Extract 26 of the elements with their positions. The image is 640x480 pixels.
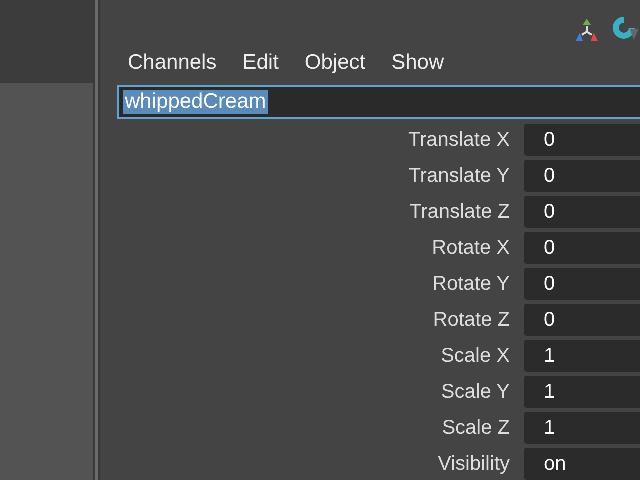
value-field[interactable]: 0 <box>524 124 640 156</box>
value-field[interactable]: 0 <box>524 232 640 264</box>
channel-label: Rotate Y <box>432 272 511 296</box>
value-field[interactable]: 0 <box>524 196 640 228</box>
channel-label: Scale Z <box>441 416 511 440</box>
channel-label: Rotate X <box>431 236 511 260</box>
menu-item[interactable]: Show <box>392 51 444 76</box>
channel-label: Scale X <box>440 344 511 368</box>
menu-item[interactable]: Channels <box>128 51 217 76</box>
channel-label: Rotate Z <box>432 308 511 332</box>
channel-label: Translate Z <box>408 200 511 224</box>
menu-item[interactable]: Object <box>304 51 366 76</box>
value-field[interactable]: on <box>524 448 640 480</box>
channel-label: Scale Y <box>440 380 511 404</box>
channel-label: Translate Y <box>408 164 511 188</box>
channel-label: Translate X <box>407 128 511 152</box>
value-field[interactable]: 0 <box>524 304 640 336</box>
value-field[interactable]: 1 <box>524 376 640 408</box>
axis-icon[interactable] <box>574 18 600 42</box>
value-field[interactable]: 0 <box>524 160 640 192</box>
menu-item[interactable]: Edit <box>242 51 279 76</box>
name-field[interactable]: whippedCream <box>117 85 640 119</box>
channel-label: Visibility <box>437 452 511 476</box>
value-field[interactable]: 1 <box>524 412 640 444</box>
value-field[interactable]: 0 <box>524 268 640 300</box>
value-field[interactable]: 1 <box>524 340 640 372</box>
